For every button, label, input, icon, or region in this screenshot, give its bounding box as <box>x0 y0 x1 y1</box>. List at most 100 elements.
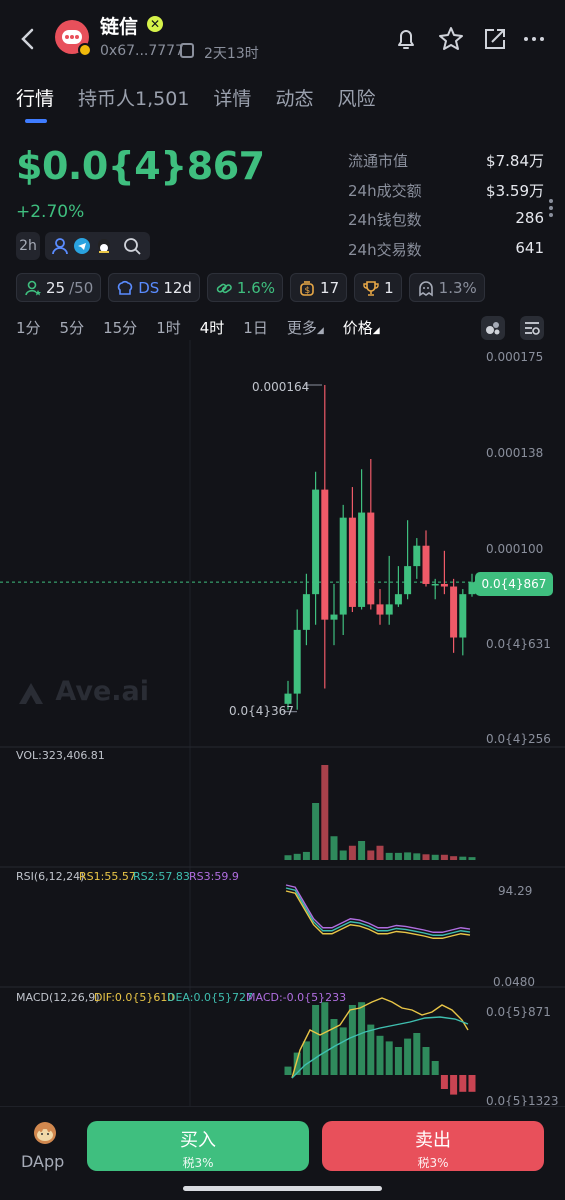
timeframe-more[interactable]: 更多◢ <box>287 317 324 338</box>
candle-body <box>321 489 329 620</box>
sell-label: 卖出 <box>415 1130 451 1151</box>
search-icon[interactable] <box>120 235 142 257</box>
price-toggle[interactable]: 价格◢ <box>343 317 380 338</box>
macd-bar <box>358 1002 366 1075</box>
token-address[interactable]: 0x67...7777 <box>100 43 184 59</box>
macd-bar <box>367 1024 375 1075</box>
macd-bar <box>394 1047 402 1075</box>
profile-icon[interactable] <box>50 235 70 257</box>
back-button[interactable] <box>14 22 42 56</box>
candle-body <box>413 545 421 567</box>
sell-tax: 税3% <box>417 1156 449 1170</box>
stat-row: 24h成交额 $3.59万 <box>348 180 544 210</box>
candle-body <box>385 604 393 615</box>
macd-top-label: 0.0{5}871 <box>486 1005 551 1019</box>
svg-text:$: $ <box>305 286 311 296</box>
macd-bar <box>312 1005 320 1075</box>
more-icon[interactable] <box>520 24 550 54</box>
tab-holders[interactable]: 持币人1,501 <box>78 84 189 114</box>
volume-bar <box>404 852 412 860</box>
macd-bar <box>321 1002 329 1075</box>
rsi-rs1: RS1:55.57 <box>79 870 136 883</box>
holders-badge[interactable]: 25/50 <box>16 273 102 302</box>
pancakeswap-icon[interactable] <box>34 1122 56 1144</box>
volume-bar <box>367 850 375 860</box>
qq-icon[interactable] <box>94 235 114 257</box>
macd-bar <box>302 1041 310 1075</box>
volume-bar <box>321 765 329 860</box>
stats-more-icon[interactable] <box>549 199 553 220</box>
stat-label: 流通市值 <box>348 152 409 170</box>
rsi-label: RSI(6,12,24) <box>16 870 85 883</box>
sniper-badge[interactable]: 1.3% <box>408 273 485 302</box>
buy-button[interactable]: 买入 税3% <box>87 1121 309 1171</box>
x-badge-icon: ✕ <box>147 16 163 32</box>
price-axis-label: 0.000138 <box>486 446 544 460</box>
volume-bar <box>358 841 366 860</box>
timeframe-15m[interactable]: 15分 <box>103 317 137 338</box>
tab-details[interactable]: 详情 <box>213 84 251 114</box>
volume-bar <box>422 854 430 860</box>
bell-icon[interactable] <box>391 24 421 54</box>
chevron-left-icon <box>21 28 34 50</box>
sell-button[interactable]: 卖出 税3% <box>322 1121 544 1171</box>
tab-risk[interactable]: 风险 <box>337 84 375 114</box>
bsc-chain-icon <box>78 43 92 57</box>
tab-market[interactable]: 行情 <box>16 84 54 114</box>
timeframe-1m[interactable]: 1分 <box>16 317 41 338</box>
stat-row: 24h钱包数 286 <box>348 209 544 239</box>
timeframe-bar: 1分 5分 15分 1时 4时 1日 更多◢ 价格◢ <box>16 317 380 338</box>
dev-badge[interactable]: DS 12d <box>108 273 200 302</box>
home-indicator <box>183 1186 382 1191</box>
dapp-label[interactable]: DApp <box>21 1152 64 1171</box>
macd-dif: DIF:0.0{5}610 <box>94 991 175 1004</box>
volume-bar <box>302 851 310 860</box>
candle-body <box>376 604 384 615</box>
timeframe-1d[interactable]: 1日 <box>243 317 268 338</box>
candle-body <box>367 512 375 605</box>
user-star-icon <box>25 280 41 295</box>
macd-bar <box>404 1038 412 1075</box>
current-price-tag: 0.0{4}867 <box>475 572 553 596</box>
rsi-bottom-label: 0.0480 <box>493 975 535 989</box>
chart-settings-icon[interactable] <box>520 316 544 340</box>
trophy-badge[interactable]: 1 <box>354 273 402 302</box>
share-icon[interactable] <box>480 24 510 54</box>
timeframe-4h[interactable]: 4时 <box>200 317 225 338</box>
chef-hat-icon <box>118 280 133 295</box>
candle-body <box>459 594 467 638</box>
candle-body <box>330 614 338 620</box>
volume-bar <box>459 856 467 860</box>
token-avatar <box>55 20 92 57</box>
copy-icon[interactable] <box>180 43 194 58</box>
candle-body <box>440 583 448 587</box>
rsi-rs3: RS3:59.9 <box>189 870 239 883</box>
link-icon <box>216 283 232 293</box>
stat-label: 24h交易数 <box>348 240 422 259</box>
star-icon[interactable] <box>436 24 466 54</box>
telegram-icon[interactable] <box>72 235 92 257</box>
candle-body <box>422 545 430 584</box>
tab-bar: 行情 持币人1,501 详情 动态 风险 <box>16 84 375 114</box>
timeframe-5m[interactable]: 5分 <box>60 317 85 338</box>
volume-bar <box>376 845 384 860</box>
money-bag-icon: $ <box>300 280 314 296</box>
volume-bar <box>431 854 439 860</box>
money-badge[interactable]: $ 17 <box>290 273 348 302</box>
volume-bar <box>293 853 301 860</box>
rsi-top-label: 94.29 <box>498 884 533 898</box>
volume-bar <box>339 850 347 860</box>
macd-bar <box>450 1075 458 1095</box>
price-axis-label: 0.0{4}631 <box>486 637 551 651</box>
stat-value: $3.59万 <box>486 181 544 200</box>
volume-bar <box>385 852 393 860</box>
tab-activity[interactable]: 动态 <box>275 84 313 114</box>
candle-body <box>348 517 356 607</box>
timeframe-1h[interactable]: 1时 <box>156 317 181 338</box>
bundle-badge[interactable]: 1.6% <box>206 273 284 302</box>
ghost-icon <box>418 280 433 296</box>
candle-body <box>284 693 292 704</box>
volume-bar <box>440 854 448 860</box>
indicator-icon[interactable] <box>481 316 505 340</box>
candle-body <box>293 629 301 694</box>
